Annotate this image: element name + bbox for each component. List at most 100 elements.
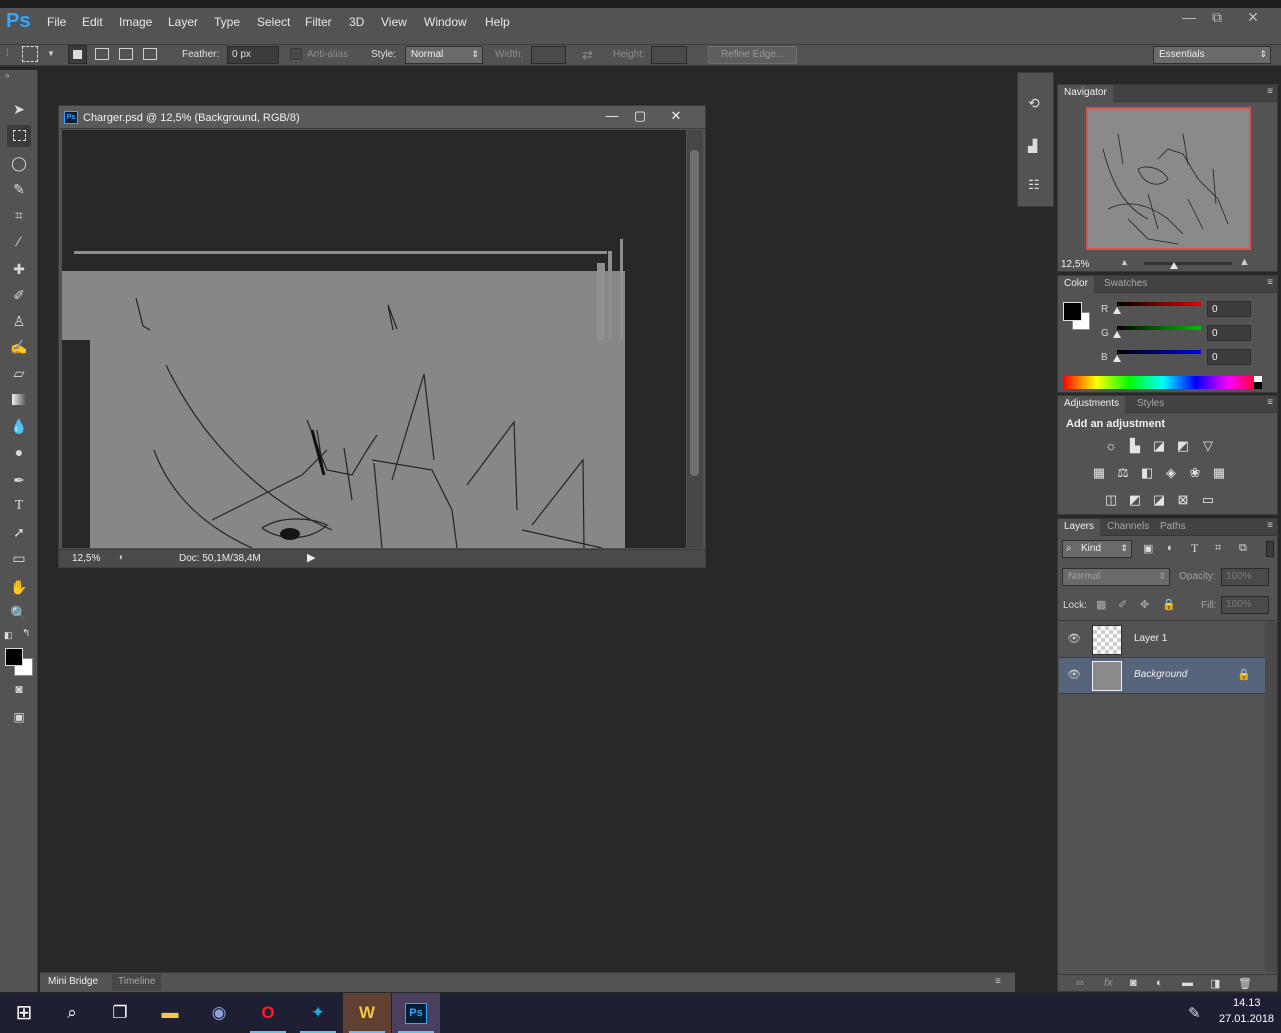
antialias-checkbox[interactable]	[290, 48, 302, 60]
add-mask-icon[interactable]: ◙	[1130, 977, 1137, 989]
levels-icon[interactable]: ▙	[1125, 436, 1145, 456]
crop-tool-icon[interactable]: ⌗	[7, 204, 31, 226]
color-balance-icon[interactable]: ⚖	[1113, 463, 1133, 483]
channel-mixer-icon[interactable]: ❀	[1185, 463, 1205, 483]
tab-channels[interactable]: Channels	[1101, 519, 1155, 536]
menu-select[interactable]: Select	[257, 15, 290, 29]
color-fg-swatch[interactable]	[1063, 302, 1082, 321]
eraser-tool-icon[interactable]: ▱	[7, 362, 31, 384]
properties-icon[interactable]: ☷	[1028, 177, 1040, 193]
posterize-icon[interactable]: ◩	[1125, 490, 1145, 510]
invert-icon[interactable]: ◫	[1101, 490, 1121, 510]
status-menu-arrow-icon[interactable]: ▶	[307, 551, 315, 564]
menu-layer[interactable]: Layer	[168, 15, 198, 29]
doc-maximize-button[interactable]: ▢	[627, 107, 653, 125]
lock-position-icon[interactable]: ✥	[1140, 598, 1149, 611]
navigator-zoom-field[interactable]: 12,5%	[1061, 259, 1089, 270]
world-of-warcraft-icon[interactable]: W	[343, 993, 391, 1033]
foreground-color-swatch[interactable]	[5, 648, 23, 666]
menu-file[interactable]: File	[47, 15, 66, 29]
vibrance-icon[interactable]: ▽	[1198, 436, 1218, 456]
scrollbar-thumb[interactable]	[690, 150, 699, 476]
collapse-icon[interactable]: »	[5, 71, 9, 80]
gradient-map-icon[interactable]: ▭	[1198, 490, 1218, 510]
filter-shape-icon[interactable]: ⌗	[1215, 542, 1221, 555]
clock-date[interactable]: 27.01.2018	[1219, 1013, 1274, 1025]
curves-icon[interactable]: ◪	[1149, 436, 1169, 456]
new-layer-icon[interactable]: ◨	[1210, 977, 1220, 990]
vertical-scrollbar[interactable]	[687, 130, 703, 548]
swap-colors-icon[interactable]: ↰	[22, 628, 30, 639]
blue-value[interactable]: 0	[1207, 349, 1251, 365]
doc-close-button[interactable]: ✕	[663, 107, 689, 125]
hue-saturation-icon[interactable]: ▦	[1089, 463, 1109, 483]
navigator-zoom-slider[interactable]	[1144, 262, 1232, 265]
default-colors-icon[interactable]: ◧	[4, 630, 13, 641]
battle-net-icon[interactable]: ✦	[294, 993, 342, 1033]
windows-start-icon[interactable]: ⊞	[0, 993, 48, 1033]
workspace-select[interactable]: Essentials	[1153, 46, 1271, 64]
eyedropper-tool-icon[interactable]: ⁄	[7, 230, 31, 252]
red-slider[interactable]	[1117, 302, 1201, 306]
add-selection-icon[interactable]	[95, 48, 109, 60]
menu-filter[interactable]: Filter	[305, 15, 332, 29]
tab-paths[interactable]: Paths	[1154, 519, 1192, 536]
style-select[interactable]: Normal	[405, 46, 483, 64]
layers-scrollbar[interactable]	[1265, 622, 1277, 972]
move-tool-icon[interactable]: ➤	[7, 98, 31, 120]
black-white-icon[interactable]: ◧	[1137, 463, 1157, 483]
layer-row-background[interactable]: 👁 Background 🔒	[1059, 658, 1265, 694]
height-input[interactable]	[651, 46, 687, 64]
green-slider-thumb[interactable]	[1113, 331, 1121, 338]
fill-input[interactable]: 100%	[1221, 596, 1269, 614]
tab-color[interactable]: Color	[1058, 276, 1094, 293]
red-slider-thumb[interactable]	[1113, 307, 1121, 314]
subtract-selection-icon[interactable]	[119, 48, 133, 60]
green-slider[interactable]	[1117, 326, 1201, 330]
selective-color-icon[interactable]: ⊠	[1173, 490, 1193, 510]
navigator-thumbnail[interactable]	[1086, 107, 1251, 250]
quick-selection-tool-icon[interactable]: ✎	[7, 178, 31, 200]
filter-pixel-icon[interactable]: ▣	[1143, 542, 1153, 555]
lasso-tool-icon[interactable]: ◯	[7, 152, 31, 174]
quick-mask-icon[interactable]: ◙	[7, 678, 31, 700]
menu-3d[interactable]: 3D	[349, 15, 364, 29]
tab-layers[interactable]: Layers	[1058, 519, 1101, 536]
status-info-icon[interactable]: ◑	[117, 552, 123, 563]
color-lookup-icon[interactable]: ▦	[1209, 463, 1229, 483]
panel-menu-icon[interactable]: ≡	[995, 976, 1001, 987]
swap-icon[interactable]: ⇄	[582, 47, 593, 63]
threshold-icon[interactable]: ◪	[1149, 490, 1169, 510]
rectangle-tool-icon[interactable]: ▭	[7, 547, 31, 569]
link-layers-icon[interactable]: ∞	[1076, 977, 1084, 989]
exposure-icon[interactable]: ◩	[1173, 436, 1193, 456]
photoshop-taskbar-icon[interactable]: Ps	[392, 993, 440, 1033]
panel-menu-icon[interactable]: ≡	[1267, 520, 1273, 531]
blend-mode-select[interactable]: Normal	[1062, 568, 1170, 586]
visibility-eye-icon[interactable]: 👁	[1067, 632, 1081, 645]
history-brush-tool-icon[interactable]: ✍	[7, 336, 31, 358]
document-title-bar[interactable]: Ps Charger.psd @ 12,5% (Background, RGB/…	[59, 106, 705, 129]
zoom-in-icon[interactable]: ▲	[1239, 256, 1250, 268]
path-selection-tool-icon[interactable]: ➚	[7, 521, 31, 543]
brush-tool-icon[interactable]: ✐	[7, 284, 31, 306]
histogram-icon[interactable]: ▟	[1028, 139, 1037, 153]
blue-slider[interactable]	[1117, 350, 1201, 354]
filter-toggle[interactable]	[1266, 541, 1274, 557]
canvas[interactable]	[62, 130, 686, 548]
dodge-tool-icon[interactable]: ●	[7, 441, 31, 463]
menu-image[interactable]: Image	[119, 15, 152, 29]
filter-type-icon[interactable]: T	[1191, 541, 1198, 556]
photo-filter-icon[interactable]: ◈	[1161, 463, 1181, 483]
type-tool-icon[interactable]: T	[7, 495, 31, 517]
new-group-icon[interactable]: ▬	[1182, 977, 1193, 989]
rect-marquee-tool-icon[interactable]	[7, 125, 31, 147]
filter-adjustment-icon[interactable]: ◐	[1167, 542, 1174, 554]
navigator-zoom-thumb[interactable]	[1170, 262, 1178, 269]
pen-ink-icon[interactable]: ✎	[1188, 1004, 1201, 1022]
zoom-tool-icon[interactable]: 🔍	[7, 602, 31, 624]
layer-filter-select[interactable]: Kind	[1062, 540, 1132, 558]
search-icon[interactable]: ⌕	[48, 993, 96, 1033]
file-explorer-icon[interactable]: ▬	[146, 993, 194, 1033]
layer-row-layer-1[interactable]: 👁 Layer 1	[1059, 622, 1265, 658]
